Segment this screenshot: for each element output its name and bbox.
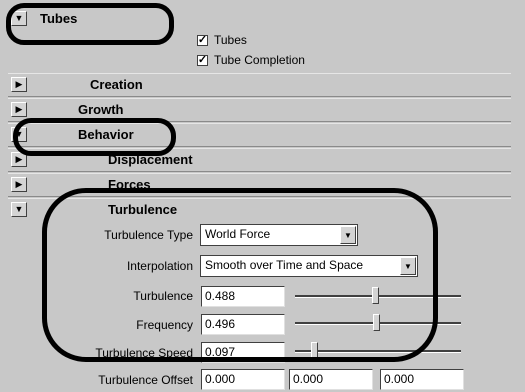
tubes-checkbox[interactable]: ✓ Tubes	[197, 33, 247, 47]
triangle-right-icon[interactable]: ▶	[11, 177, 27, 192]
section-creation[interactable]: ▶ Creation	[8, 73, 511, 97]
turbulence-speed-field[interactable]: 0.097	[201, 342, 285, 363]
section-behavior-label: Behavior	[78, 127, 134, 142]
tubes-section-header[interactable]: ▼ Tubes	[8, 8, 511, 32]
section-turbulence-label: Turbulence	[108, 202, 178, 217]
triangle-right-icon[interactable]: ▶	[11, 77, 27, 92]
triangle-down-icon[interactable]: ▼	[11, 127, 27, 142]
tube-completion-checkbox[interactable]: ✓ Tube Completion	[197, 53, 305, 67]
section-displacement-label: Displacement	[108, 152, 193, 167]
tubes-checkbox-label: Tubes	[214, 33, 247, 47]
turbulence-offset-label: Turbulence Offset	[98, 373, 193, 387]
checkmark-icon[interactable]: ✓	[197, 54, 208, 66]
frequency-label: Frequency	[136, 318, 193, 332]
triangle-down-icon[interactable]: ▼	[11, 202, 27, 217]
frequency-slider[interactable]	[295, 313, 461, 333]
interpolation-dropdown[interactable]: Smooth over Time and Space ▼	[200, 255, 418, 277]
slider-thumb[interactable]	[373, 314, 380, 331]
turbulence-label: Turbulence	[133, 289, 193, 303]
turbulence-offset-z-field[interactable]: 0.000	[380, 369, 464, 390]
turbulence-field[interactable]: 0.488	[201, 286, 285, 307]
tubes-title: Tubes	[40, 11, 78, 26]
triangle-right-icon[interactable]: ▶	[11, 152, 27, 167]
checkmark-icon[interactable]: ✓	[197, 34, 208, 46]
section-growth-label: Growth	[78, 102, 124, 117]
tube-completion-checkbox-label: Tube Completion	[214, 53, 305, 67]
turbulence-offset-x-field[interactable]: 0.000	[201, 369, 285, 390]
section-displacement[interactable]: ▶ Displacement	[8, 148, 511, 172]
chevron-down-icon[interactable]: ▼	[340, 226, 356, 244]
interpolation-value: Smooth over Time and Space	[205, 258, 364, 272]
turbulence-speed-slider[interactable]	[295, 341, 461, 361]
turbulence-type-label: Turbulence Type	[104, 228, 193, 242]
turbulence-slider[interactable]	[295, 286, 461, 306]
section-forces[interactable]: ▶ Forces	[8, 173, 511, 197]
triangle-down-icon[interactable]: ▼	[11, 11, 27, 26]
section-forces-label: Forces	[108, 177, 151, 192]
section-behavior[interactable]: ▼ Behavior	[8, 123, 511, 147]
slider-thumb[interactable]	[311, 342, 318, 359]
frequency-field[interactable]: 0.496	[201, 314, 285, 335]
slider-track	[295, 350, 461, 353]
slider-thumb[interactable]	[372, 287, 379, 304]
chevron-down-icon[interactable]: ▼	[400, 257, 416, 275]
section-creation-label: Creation	[90, 77, 143, 92]
turbulence-type-value: World Force	[205, 227, 271, 241]
section-growth[interactable]: ▶ Growth	[8, 98, 511, 122]
turbulence-speed-label: Turbulence Speed	[95, 346, 193, 360]
turbulence-offset-y-field[interactable]: 0.000	[289, 369, 373, 390]
triangle-right-icon[interactable]: ▶	[11, 102, 27, 117]
turbulence-type-dropdown[interactable]: World Force ▼	[200, 224, 358, 246]
section-turbulence[interactable]: ▼ Turbulence	[8, 198, 511, 222]
interpolation-label: Interpolation	[126, 259, 193, 273]
